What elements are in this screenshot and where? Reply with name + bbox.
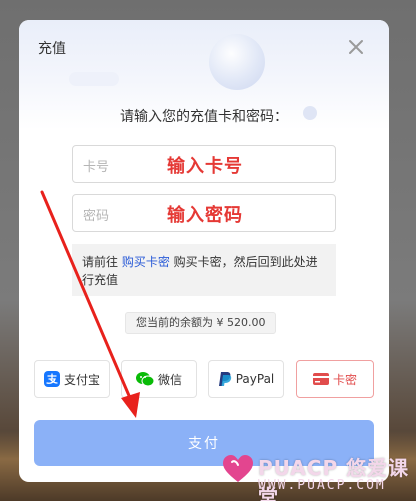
card-icon (312, 372, 329, 386)
card-password-annotation: 输入密码 (167, 205, 243, 226)
purchase-notice: 请前往 购买卡密 购买卡密，然后回到此处进行充值 (72, 244, 336, 296)
watermark-url: WWW.PUACP.COM (258, 478, 386, 493)
close-icon (349, 40, 363, 54)
recharge-dialog: 充值 请输入您的充值卡和密码： 卡号 输入卡号 密码 输入密码 请前往 购买卡密… (19, 20, 389, 482)
card-label: 卡密 (332, 372, 357, 387)
paypal-icon (218, 371, 232, 387)
pay-method-alipay[interactable]: 支付宝 (34, 360, 110, 398)
balance-badge: 您当前的余额为 ¥ 520.00 (125, 312, 277, 334)
cloud-decoration (69, 72, 119, 86)
card-number-placeholder: 卡号 (83, 160, 110, 175)
alipay-label: 支付宝 (63, 372, 100, 387)
site-watermark: PUACP 悠爱课堂 WWW.PUACP.COM (222, 450, 416, 501)
pay-method-wechat[interactable]: 微信 (121, 360, 197, 398)
card-number-field[interactable]: 卡号 输入卡号 (72, 145, 336, 183)
recharge-prompt: 请输入您的充值卡和密码： (120, 109, 288, 125)
heart-logo-icon (223, 455, 253, 482)
wechat-icon (135, 371, 154, 387)
paypal-label: PayPal (235, 372, 275, 386)
buy-card-link[interactable]: 购买卡密 (122, 255, 170, 269)
watermark-brand: PUACP 悠爱课堂 (258, 456, 410, 501)
alipay-icon (43, 371, 60, 387)
card-password-placeholder: 密码 (83, 209, 110, 224)
pay-method-paypal[interactable]: PayPal (208, 360, 284, 398)
card-number-annotation: 输入卡号 (167, 156, 243, 177)
wechat-label: 微信 (157, 372, 182, 387)
notice-prefix: 请前往 (82, 255, 122, 269)
close-button[interactable] (345, 36, 367, 58)
pay-method-card[interactable]: 卡密 (296, 360, 374, 398)
moon-decoration (209, 34, 265, 90)
dialog-title: 充值 (38, 41, 66, 57)
card-password-field[interactable]: 密码 输入密码 (72, 194, 336, 232)
